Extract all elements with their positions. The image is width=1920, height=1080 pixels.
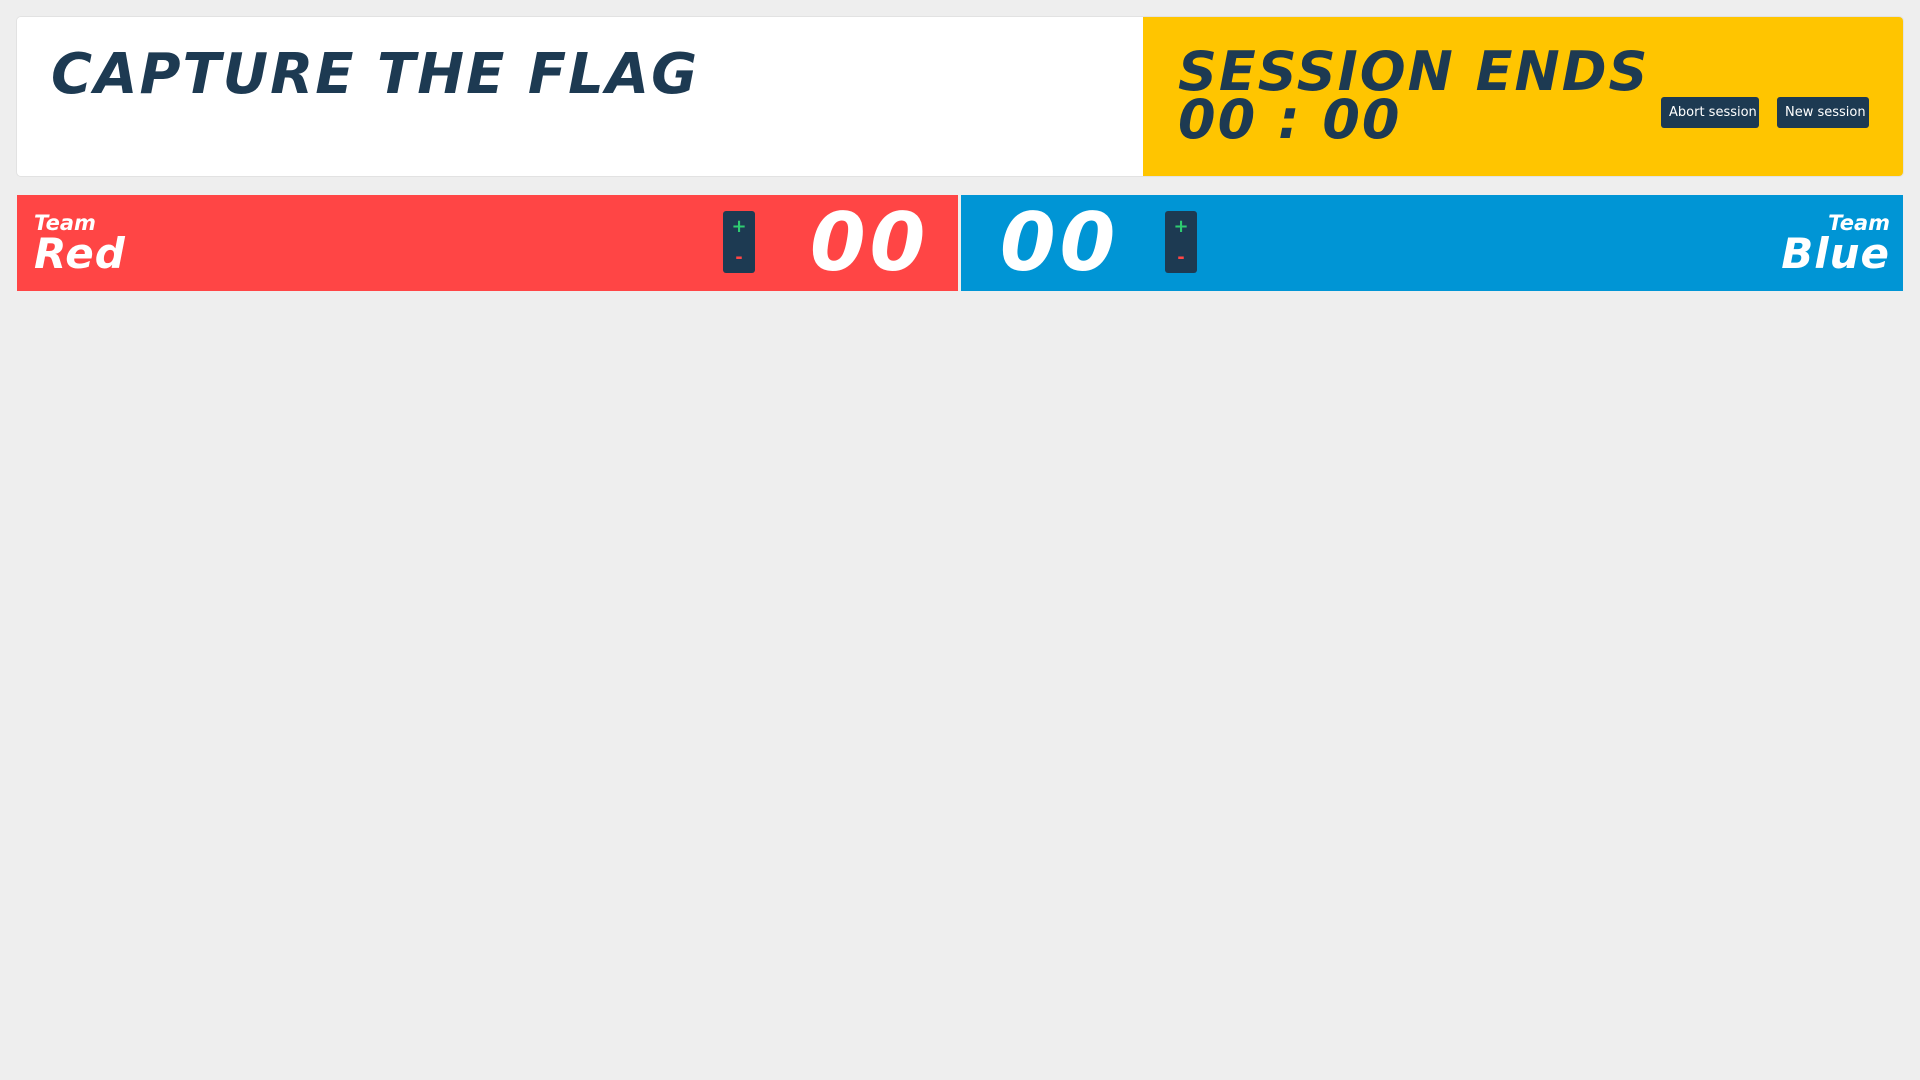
team-red-panel: Team Red + - 00 bbox=[17, 195, 958, 291]
team-red-name: Team Red bbox=[34, 212, 126, 278]
team-red-score-stepper: + - bbox=[723, 211, 755, 273]
team-red-label: Red bbox=[34, 229, 126, 278]
session-panel: SESSION ENDS 00 : 00 Abort session New s… bbox=[1143, 17, 1903, 176]
team-blue-plus-button[interactable]: + bbox=[1165, 211, 1197, 242]
team-red-minus-button[interactable]: - bbox=[723, 242, 755, 273]
session-timer: 00 : 00 bbox=[1178, 88, 1402, 151]
header-bar: CAPTURE THE FLAG SESSION ENDS 00 : 00 Ab… bbox=[17, 17, 1903, 176]
team-blue-score: 00 bbox=[1000, 196, 1120, 289]
team-blue-minus-button[interactable]: - bbox=[1165, 242, 1197, 273]
team-red-score: 00 bbox=[810, 196, 930, 289]
team-blue-panel: 00 + - Team Blue bbox=[961, 195, 1903, 291]
new-session-button[interactable]: New session bbox=[1777, 97, 1869, 128]
abort-session-button[interactable]: Abort session bbox=[1661, 97, 1759, 128]
team-blue-score-stepper: + - bbox=[1165, 211, 1197, 273]
team-blue-name: Team Blue bbox=[1781, 212, 1890, 278]
title-panel: CAPTURE THE FLAG bbox=[17, 17, 1143, 176]
team-blue-label: Blue bbox=[1781, 229, 1890, 278]
app-title: CAPTURE THE FLAG bbox=[51, 42, 700, 107]
team-red-plus-button[interactable]: + bbox=[723, 211, 755, 242]
